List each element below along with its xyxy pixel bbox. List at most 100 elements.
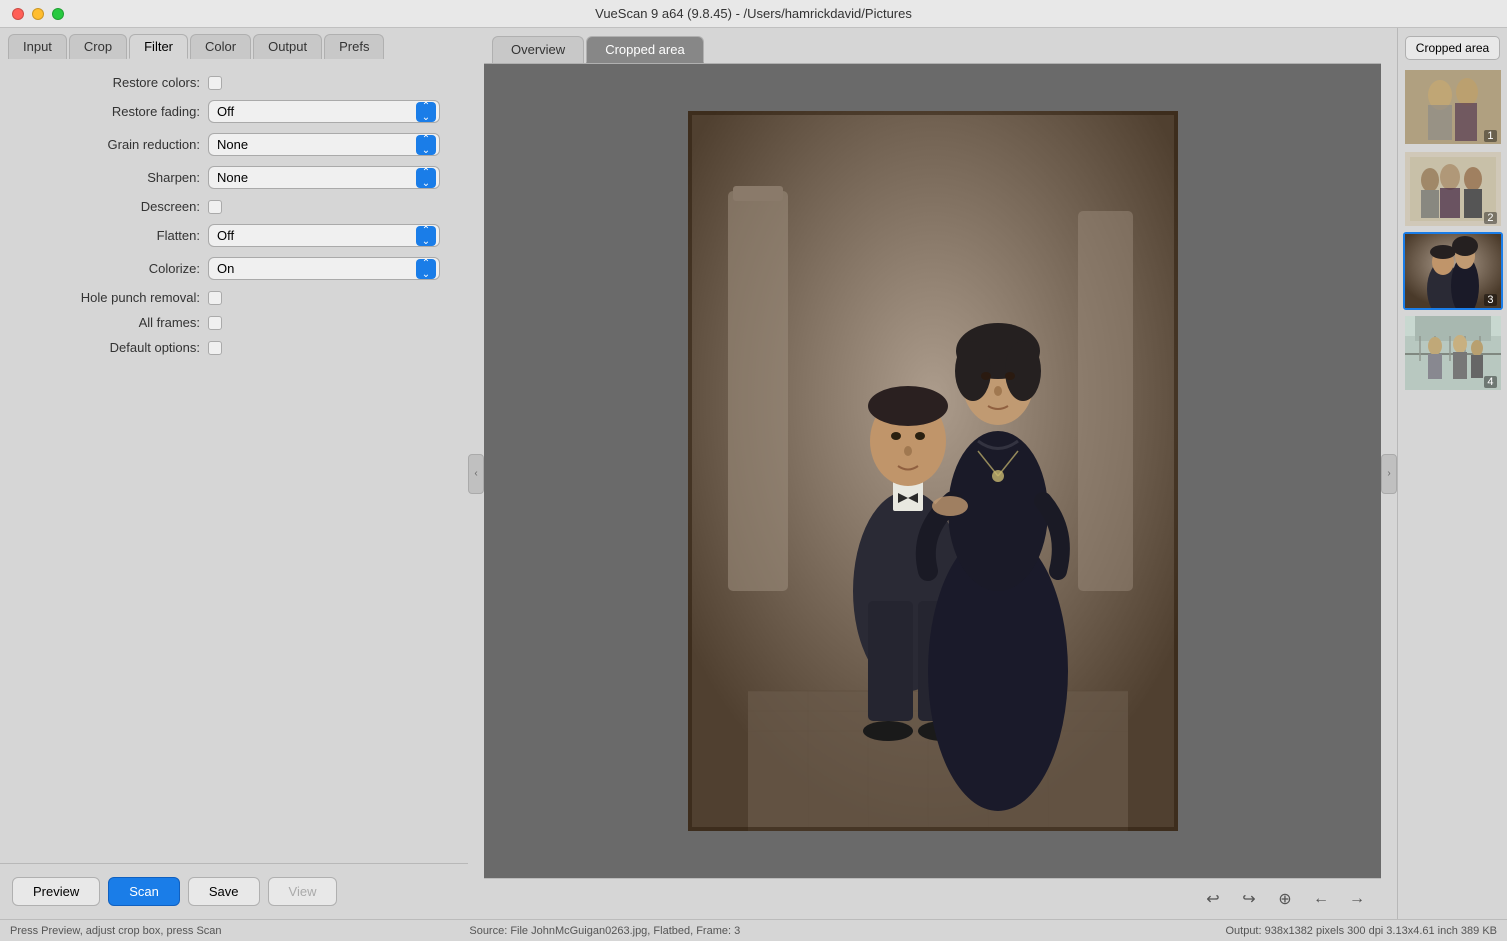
view-tab-bar: Overview Cropped area [484, 28, 1381, 64]
default-options-row: Default options: [20, 340, 448, 355]
restore-colors-checkbox-wrap [208, 76, 222, 90]
descreen-checkbox-wrap [208, 200, 222, 214]
redo-button[interactable]: ↪ [1235, 885, 1263, 913]
hole-punch-row: Hole punch removal: [20, 290, 448, 305]
image-area [484, 64, 1381, 878]
all-frames-row: All frames: [20, 315, 448, 330]
expand-right-button[interactable]: › [1381, 454, 1397, 494]
zoom-in-button[interactable]: ⊕ [1271, 885, 1299, 913]
flatten-select-wrap: Off Low Medium High ⌃⌄ [208, 224, 440, 247]
undo-button[interactable]: ↩ [1199, 885, 1227, 913]
tab-prefs[interactable]: Prefs [324, 34, 384, 59]
action-buttons-bar: Preview Scan Save View [0, 863, 468, 919]
left-bottom: Preview Scan Save View [0, 863, 468, 919]
right-panel-header: Cropped area [1402, 36, 1503, 60]
hole-punch-checkbox-wrap [208, 291, 222, 305]
restore-colors-checkbox[interactable] [208, 76, 222, 90]
tab-input[interactable]: Input [8, 34, 67, 59]
left-panel: Input Crop Filter Color Output Prefs Res… [0, 28, 468, 919]
flatten-control: Off Low Medium High ⌃⌄ [208, 224, 448, 247]
sharpen-select[interactable]: None Low Medium High [208, 166, 440, 189]
restore-fading-select[interactable]: Off Low Medium High [208, 100, 440, 123]
thumbnail-4[interactable]: 4 [1403, 314, 1503, 392]
sharpen-control: None Low Medium High ⌃⌄ [208, 166, 448, 189]
restore-fading-row: Restore fading: Off Low Medium High ⌃⌄ [20, 100, 448, 123]
options-area: Restore colors: Restore fading: Off Low … [0, 59, 468, 863]
prev-page-button[interactable]: ← [1307, 885, 1335, 913]
thumb-number-2: 2 [1484, 212, 1496, 224]
titlebar: VueScan 9 a64 (9.8.45) - /Users/hamrickd… [0, 0, 1507, 28]
colorize-control: Off On ⌃⌄ [208, 257, 448, 280]
grain-reduction-select-wrap: None Low Medium High ⌃⌄ [208, 133, 440, 156]
collapse-panel-button[interactable]: ‹ [468, 454, 484, 494]
default-options-checkbox-wrap [208, 341, 222, 355]
descreen-label: Descreen: [40, 199, 200, 214]
all-frames-label: All frames: [40, 315, 200, 330]
tab-filter[interactable]: Filter [129, 34, 188, 59]
hole-punch-label: Hole punch removal: [40, 290, 200, 305]
tab-cropped-area[interactable]: Cropped area [586, 36, 704, 63]
thumb-number-4: 4 [1484, 376, 1496, 388]
main-image [688, 111, 1178, 831]
window-controls [12, 8, 64, 20]
status-right: Output: 938x1382 pixels 300 dpi 3.13x4.6… [902, 925, 1497, 937]
preview-button[interactable]: Preview [12, 877, 100, 906]
thumb-number-3: 3 [1484, 294, 1496, 306]
thumb-number-1: 1 [1484, 130, 1496, 142]
thumbnail-1[interactable]: 1 [1403, 68, 1503, 146]
restore-colors-control [208, 76, 448, 90]
all-frames-checkbox[interactable] [208, 316, 222, 330]
flatten-row: Flatten: Off Low Medium High ⌃⌄ [20, 224, 448, 247]
restore-fading-label: Restore fading: [40, 104, 200, 119]
colorize-row: Colorize: Off On ⌃⌄ [20, 257, 448, 280]
flatten-select[interactable]: Off Low Medium High [208, 224, 440, 247]
restore-colors-row: Restore colors: [20, 75, 448, 90]
colorize-label: Colorize: [40, 261, 200, 276]
default-options-checkbox[interactable] [208, 341, 222, 355]
center-panel: Overview Cropped area [484, 28, 1381, 919]
close-button[interactable] [12, 8, 24, 20]
status-center: Source: File JohnMcGuigan0263.jpg, Flatb… [307, 925, 902, 937]
tab-output[interactable]: Output [253, 34, 322, 59]
thumbnail-3[interactable]: 3 [1403, 232, 1503, 310]
image-bottom-controls: ↩ ↪ ⊕ ← → [484, 878, 1381, 919]
maximize-button[interactable] [52, 8, 64, 20]
tab-crop[interactable]: Crop [69, 34, 127, 59]
default-options-control [208, 341, 448, 355]
restore-colors-label: Restore colors: [40, 75, 200, 90]
hole-punch-control [208, 291, 448, 305]
sharpen-row: Sharpen: None Low Medium High ⌃⌄ [20, 166, 448, 189]
tab-bar: Input Crop Filter Color Output Prefs [0, 28, 468, 59]
descreen-row: Descreen: [20, 199, 448, 214]
right-thumbnail-panel: Cropped area 1 [1397, 28, 1507, 919]
sharpen-label: Sharpen: [40, 170, 200, 185]
all-frames-control [208, 316, 448, 330]
grain-reduction-row: Grain reduction: None Low Medium High ⌃⌄ [20, 133, 448, 156]
cropped-area-button[interactable]: Cropped area [1405, 36, 1500, 60]
all-frames-checkbox-wrap [208, 316, 222, 330]
view-button[interactable]: View [268, 877, 338, 906]
default-options-label: Default options: [40, 340, 200, 355]
descreen-checkbox[interactable] [208, 200, 222, 214]
colorize-select[interactable]: Off On [208, 257, 440, 280]
hole-punch-checkbox[interactable] [208, 291, 222, 305]
next-page-button[interactable]: → [1343, 885, 1371, 913]
minimize-button[interactable] [32, 8, 44, 20]
tab-overview[interactable]: Overview [492, 36, 584, 63]
grain-reduction-label: Grain reduction: [40, 137, 200, 152]
scan-button[interactable]: Scan [108, 877, 180, 906]
descreen-control [208, 200, 448, 214]
flatten-label: Flatten: [40, 228, 200, 243]
grain-reduction-select[interactable]: None Low Medium High [208, 133, 440, 156]
grain-reduction-control: None Low Medium High ⌃⌄ [208, 133, 448, 156]
tab-color[interactable]: Color [190, 34, 251, 59]
status-bar: Press Preview, adjust crop box, press Sc… [0, 919, 1507, 941]
restore-fading-control: Off Low Medium High ⌃⌄ [208, 100, 448, 123]
sharpen-select-wrap: None Low Medium High ⌃⌄ [208, 166, 440, 189]
save-button[interactable]: Save [188, 877, 260, 906]
thumbnail-2[interactable]: 2 [1403, 150, 1503, 228]
colorize-select-wrap: Off On ⌃⌄ [208, 257, 440, 280]
restore-fading-select-wrap: Off Low Medium High ⌃⌄ [208, 100, 440, 123]
window-title: VueScan 9 a64 (9.8.45) - /Users/hamrickd… [595, 6, 912, 21]
status-left: Press Preview, adjust crop box, press Sc… [10, 925, 307, 937]
